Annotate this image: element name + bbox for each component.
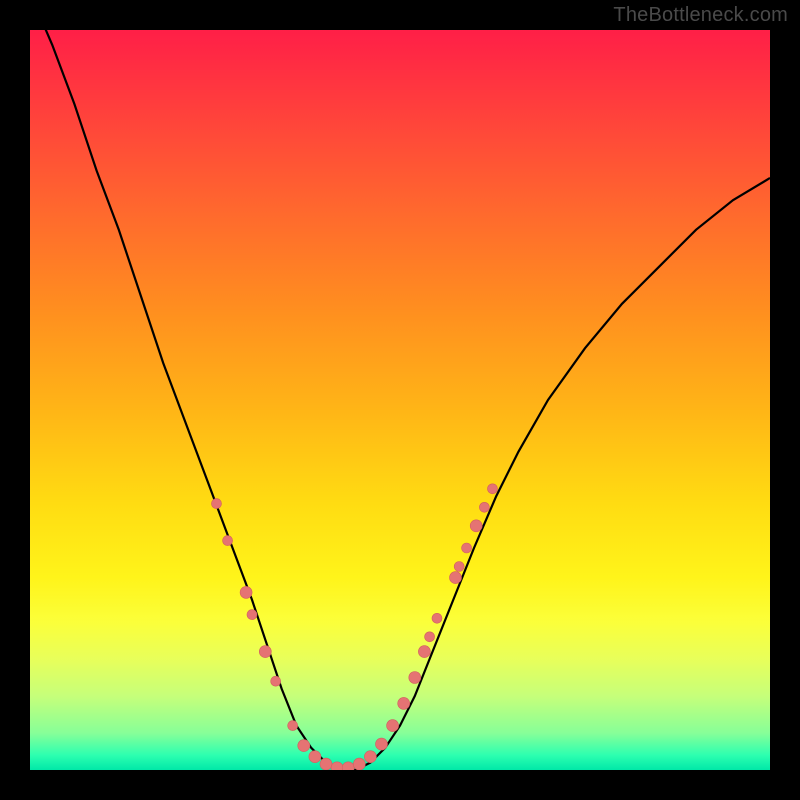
data-marker bbox=[454, 562, 464, 572]
data-marker bbox=[418, 646, 430, 658]
data-marker bbox=[353, 758, 365, 770]
data-marker bbox=[342, 762, 354, 770]
data-marker bbox=[387, 720, 399, 732]
data-marker bbox=[331, 762, 343, 770]
plot-area bbox=[30, 30, 770, 770]
data-marker bbox=[320, 758, 332, 770]
bottleneck-curve bbox=[30, 30, 770, 770]
data-marker bbox=[212, 499, 222, 509]
data-marker bbox=[288, 721, 298, 731]
data-marker bbox=[462, 543, 472, 553]
data-marker bbox=[309, 751, 321, 763]
curve-layer bbox=[30, 30, 770, 770]
data-markers bbox=[212, 484, 498, 770]
data-marker bbox=[398, 697, 410, 709]
data-marker bbox=[247, 610, 257, 620]
data-marker bbox=[376, 738, 388, 750]
data-marker bbox=[240, 586, 252, 598]
data-marker bbox=[488, 484, 498, 494]
data-marker bbox=[479, 502, 489, 512]
data-marker bbox=[298, 740, 310, 752]
data-marker bbox=[259, 646, 271, 658]
data-marker bbox=[271, 676, 281, 686]
data-marker bbox=[364, 751, 376, 763]
watermark-text: TheBottleneck.com bbox=[613, 4, 788, 27]
data-marker bbox=[223, 536, 233, 546]
data-marker bbox=[425, 632, 435, 642]
data-marker bbox=[409, 672, 421, 684]
data-marker bbox=[470, 520, 482, 532]
data-marker bbox=[450, 572, 462, 584]
data-marker bbox=[432, 613, 442, 623]
chart-container: TheBottleneck.com bbox=[0, 0, 800, 800]
